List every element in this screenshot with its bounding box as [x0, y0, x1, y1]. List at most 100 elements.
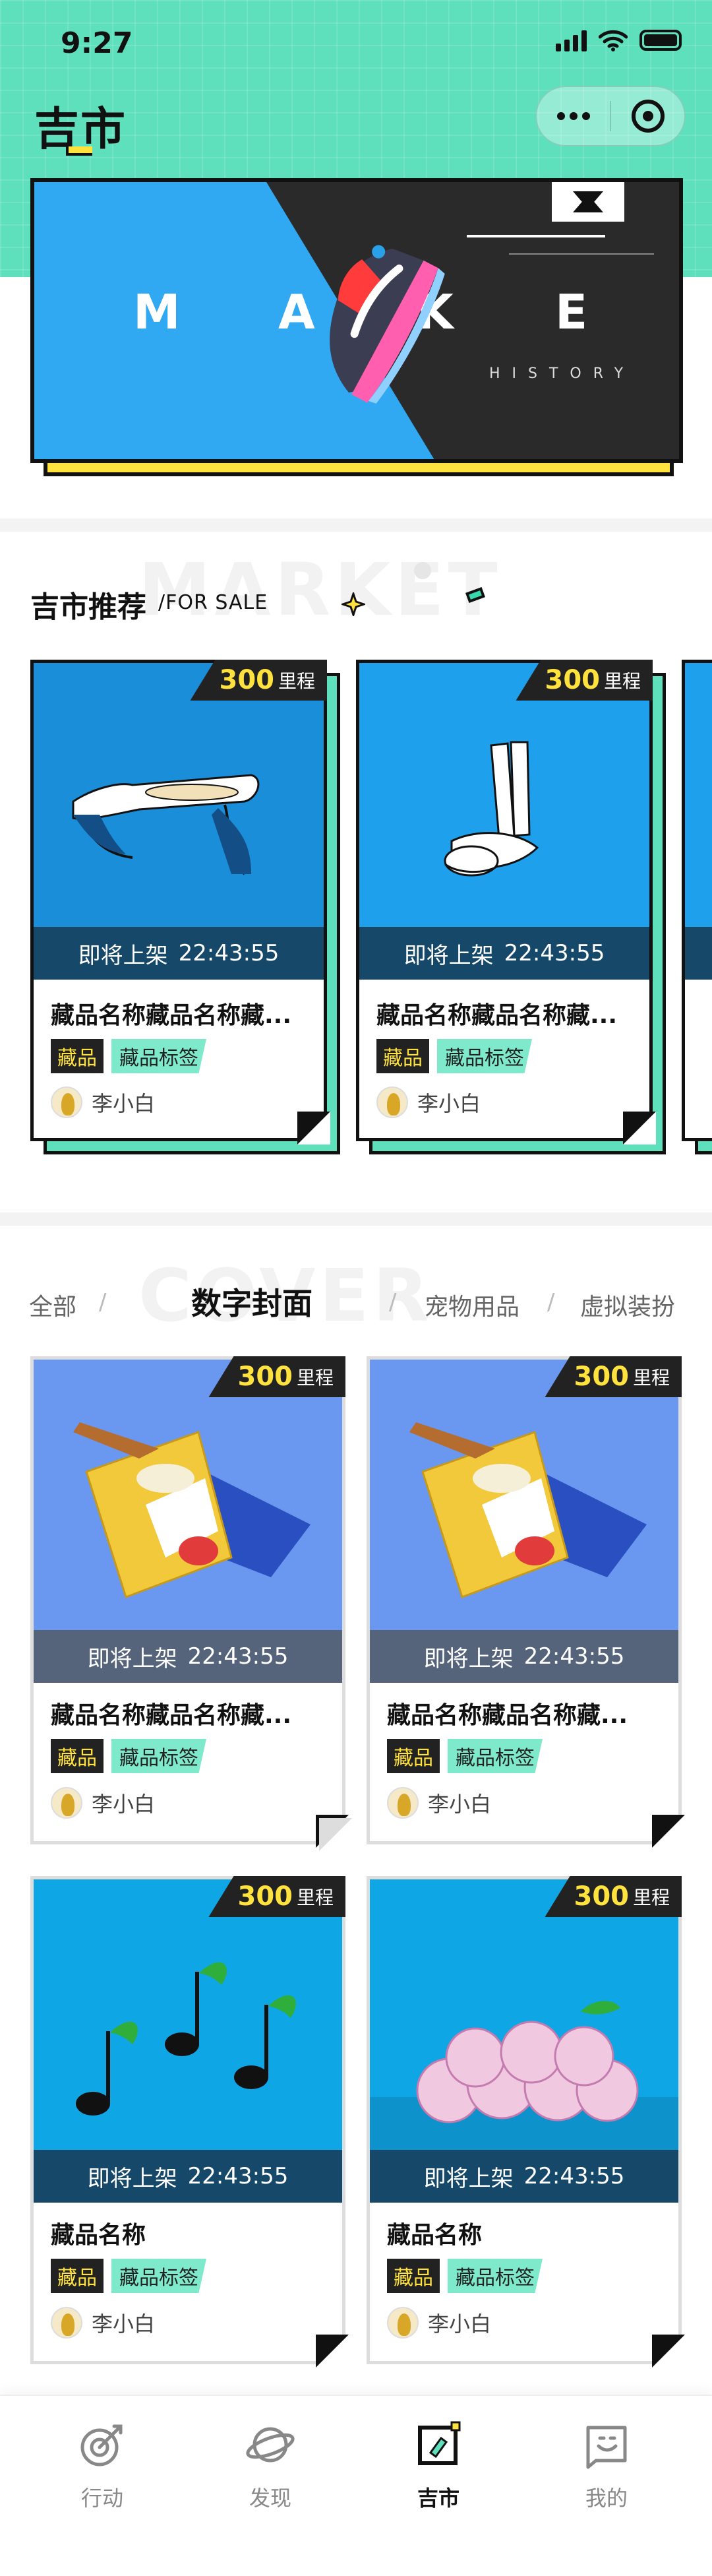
countdown-bar: 即将上架 22:43:55 [34, 1630, 342, 1683]
card-author: 李小白 [387, 2307, 491, 2339]
collectible-image [34, 1360, 342, 1630]
card-fold-corner [652, 1815, 685, 1848]
status-text: 即将上架 [78, 942, 168, 969]
card-tags: 藏品 藏品标签 [51, 2259, 206, 2293]
tag-label: 藏品标签 [448, 1739, 543, 1773]
status-text: 即将上架 [423, 2165, 514, 2192]
tab-all[interactable]: 全部 [29, 1288, 76, 1322]
nav-item-market[interactable]: 吉市 [349, 2418, 527, 2512]
hands-bread-illustration [72, 774, 260, 875]
tag-label: 藏品标签 [111, 1039, 206, 1073]
market-icon [418, 2421, 461, 2465]
section-subtitle: /FOR SALE [158, 591, 268, 614]
avatar [51, 1787, 82, 1819]
more-button[interactable] [537, 86, 610, 146]
hero-banner[interactable]: M A K E HISTORY [30, 178, 683, 463]
close-miniapp-button[interactable] [611, 86, 684, 146]
battery-icon [639, 30, 682, 51]
music-notes-illustration [76, 1962, 296, 2116]
tab-separator: / [99, 1289, 107, 1315]
tag-label: 藏品标签 [111, 2259, 206, 2293]
countdown-bar: 即将上架 22:43:55 [34, 2150, 342, 2203]
tag-category: 藏品 [51, 1039, 104, 1073]
status-text: 即将上架 [87, 1645, 177, 1672]
tab-virtual-outfit[interactable]: 虚拟装扮 [580, 1288, 675, 1322]
countdown-text: 22:43:55 [178, 940, 280, 966]
countdown-bar [685, 927, 712, 980]
nav-item-action[interactable]: 行动 [13, 2418, 191, 2512]
card-title: 藏品名称 [51, 2222, 146, 2249]
card-title: 藏品名称藏品名称藏... [387, 1702, 628, 1729]
card-title: 藏品名称藏品名称藏... [376, 1002, 618, 1029]
card-body: 即将上架 22:43:55 藏品名称藏品名称藏... 藏品 藏品标签 李小白 [30, 660, 327, 1141]
collectible-card[interactable]: 即将上架 22:43:55 藏品名称 藏品 藏品标签 李小白 300 里程 [30, 1876, 349, 2368]
wifi-icon [599, 30, 628, 51]
countdown-bar: 即将上架 22:43:55 [370, 2150, 678, 2203]
recommend-card-peek[interactable] [682, 660, 712, 1154]
price-unit: 里程 [603, 670, 641, 692]
author-name: 李小白 [428, 2311, 492, 2337]
recommend-card[interactable]: 即将上架 22:43:55 藏品名称藏品名称藏... 藏品 藏品标签 李小白 3… [356, 660, 666, 1154]
countdown-bar: 即将上架 22:43:55 [359, 927, 649, 980]
banner-letter: M [133, 284, 181, 340]
tab-pet-supplies[interactable]: 宠物用品 [425, 1288, 519, 1322]
card-fold-corner [316, 1815, 352, 1851]
status-time: 9:27 [61, 26, 133, 60]
collectible-image [370, 1360, 678, 1630]
nav-item-profile[interactable]: 我的 [518, 2418, 696, 2512]
author-name: 李小白 [428, 1792, 492, 1817]
avatar [51, 2307, 82, 2339]
card-body: 即将上架 22:43:55 藏品名称藏品名称藏... 藏品 藏品标签 李小白 [367, 1356, 682, 1844]
collectible-image [34, 663, 324, 933]
card-tags: 藏品 藏品标签 [376, 1039, 532, 1073]
nav-label: 吉市 [417, 2486, 460, 2511]
status-text: 即将上架 [87, 2165, 177, 2192]
section-divider [0, 1212, 712, 1226]
card-title: 藏品名称 [387, 2222, 483, 2249]
planet-icon [246, 2427, 295, 2463]
tab-digital-cover[interactable]: 数字封面 [191, 1280, 312, 1323]
bottom-nav: 行动 发现 吉市 我的 [0, 2395, 712, 2576]
countdown-bar: 即将上架 22:43:55 [34, 927, 324, 980]
tag-category: 藏品 [387, 1739, 440, 1773]
tab-separator: / [547, 1289, 555, 1315]
author-name: 李小白 [92, 1792, 156, 1817]
card-author: 李小白 [51, 1787, 155, 1819]
price-unit: 里程 [278, 670, 315, 692]
price-value: 300 [574, 1362, 629, 1392]
card-tags: 藏品 藏品标签 [387, 2259, 543, 2293]
card-author: 李小白 [51, 1086, 155, 1118]
card-title: 藏品名称藏品名称藏... [51, 1702, 292, 1729]
nav-label: 我的 [585, 2486, 628, 2511]
target-icon [80, 2424, 123, 2466]
collectible-card[interactable]: 即将上架 22:43:55 藏品名称藏品名称藏... 藏品 藏品标签 李小白 3… [367, 1356, 685, 1848]
category-tabs: 全部 / 数字封面 / 宠物用品 / 虚拟装扮 [0, 1273, 712, 1333]
card-body: 即将上架 22:43:55 藏品名称 藏品 藏品标签 李小白 [367, 1876, 682, 2364]
logo-underline-mark [66, 146, 92, 156]
tag-label: 藏品标签 [448, 2259, 543, 2293]
status-icons [556, 29, 682, 51]
status-text: 即将上架 [403, 942, 494, 969]
avatar [376, 1086, 408, 1118]
status-text: 即将上架 [423, 1645, 514, 1672]
sneaker-image [330, 245, 445, 404]
miniapp-capsule [535, 86, 686, 146]
collectible-image [359, 663, 649, 933]
card-author: 李小白 [376, 1086, 481, 1118]
price-value: 300 [574, 1881, 629, 1912]
card-tags: 藏品 藏品标签 [51, 1039, 206, 1073]
price-value: 300 [237, 1881, 293, 1912]
profile-icon [586, 2426, 627, 2469]
card-author: 李小白 [51, 2307, 155, 2339]
card-body [682, 660, 712, 1141]
price-value: 300 [545, 665, 600, 695]
card-author: 李小白 [387, 1787, 491, 1819]
avatar [387, 2307, 419, 2339]
card-body: 即将上架 22:43:55 藏品名称 藏品 藏品标签 李小白 [30, 1876, 345, 2364]
collectible-card[interactable]: 即将上架 22:43:55 藏品名称藏品名称藏... 藏品 藏品标签 李小白 3… [30, 1356, 352, 1851]
nav-item-discover[interactable]: 发现 [181, 2418, 359, 2512]
collectible-card[interactable]: 即将上架 22:43:55 藏品名称 藏品 藏品标签 李小白 300 里程 [367, 1876, 685, 2368]
avatar [51, 1086, 82, 1118]
price-unit: 里程 [296, 1887, 334, 1908]
recommend-card[interactable]: 即将上架 22:43:55 藏品名称藏品名称藏... 藏品 藏品标签 李小白 3… [30, 660, 340, 1154]
